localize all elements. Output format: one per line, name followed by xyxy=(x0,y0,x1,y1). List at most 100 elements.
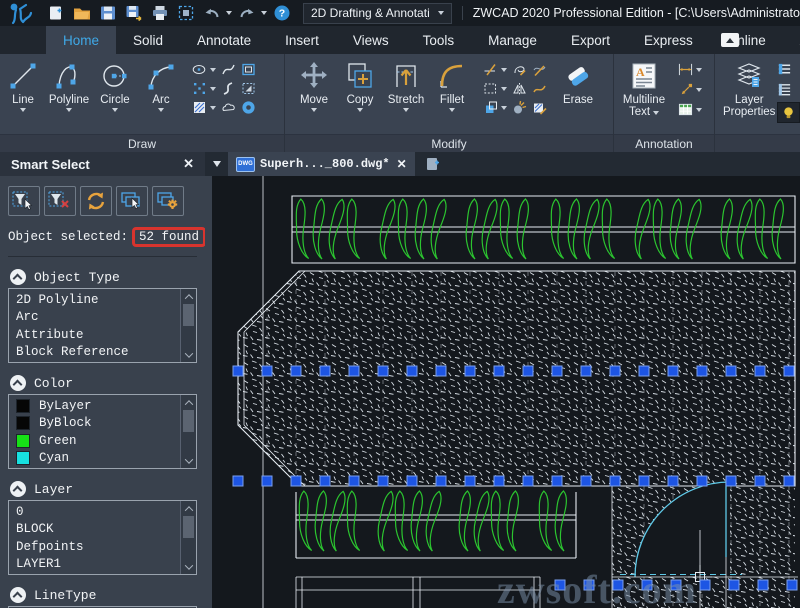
donut-button[interactable] xyxy=(241,100,256,115)
drawing-canvas[interactable]: zwsoft.com xyxy=(205,176,800,608)
close-icon[interactable]: ✕ xyxy=(397,157,407,172)
scroll-down-icon[interactable] xyxy=(181,348,196,361)
collapse-chevron-icon[interactable] xyxy=(10,481,26,497)
scroll-down-icon[interactable] xyxy=(181,560,196,573)
section-header[interactable]: Object Type xyxy=(10,269,197,285)
refresh-button[interactable] xyxy=(80,186,112,216)
scrollbar[interactable] xyxy=(180,289,196,362)
tab-home[interactable]: Home xyxy=(46,26,116,54)
tab-express[interactable]: Express xyxy=(627,26,710,54)
scroll-down-icon[interactable] xyxy=(181,454,196,467)
list-item[interactable]: LAYER1 xyxy=(9,556,180,574)
arc-button[interactable]: Arc xyxy=(138,54,184,112)
object-type-listbox[interactable]: 2D PolylineArcAttributeBlock Reference xyxy=(8,288,197,363)
list-item[interactable]: Attribute xyxy=(9,326,180,344)
scroll-thumb[interactable] xyxy=(183,516,194,538)
scrollbar[interactable] xyxy=(180,501,196,574)
spline-button[interactable] xyxy=(221,62,236,77)
close-icon[interactable]: ✕ xyxy=(183,156,194,172)
stretch-button[interactable]: Stretch xyxy=(383,54,429,112)
save-as-icon[interactable] xyxy=(122,3,145,23)
clear-filter-button[interactable] xyxy=(44,186,76,216)
tab-app-[interactable]: APP+ xyxy=(783,26,800,54)
scroll-thumb[interactable] xyxy=(183,304,194,326)
layer-state-button[interactable] xyxy=(777,62,800,77)
scroll-up-icon[interactable] xyxy=(181,290,196,303)
section-header[interactable]: Color xyxy=(10,375,197,391)
trim-button[interactable] xyxy=(483,62,507,77)
list-item[interactable]: ByLayer xyxy=(9,397,180,415)
tab-manage[interactable]: Manage xyxy=(471,26,554,54)
section-header[interactable]: Layer xyxy=(10,481,197,497)
ribbon-collapse-button[interactable] xyxy=(721,33,739,47)
mirror-button[interactable] xyxy=(512,81,527,96)
list-item[interactable]: Arc xyxy=(9,309,180,327)
leader-button[interactable] xyxy=(678,82,702,97)
undo-icon[interactable] xyxy=(200,3,223,23)
undo-dropdown-icon[interactable] xyxy=(226,11,232,15)
list-item[interactable]: Defpoints xyxy=(9,538,180,556)
table-button[interactable] xyxy=(678,102,702,117)
scroll-thumb[interactable] xyxy=(183,410,194,432)
ellipse-button[interactable] xyxy=(192,62,216,77)
hatch-edit-button[interactable] xyxy=(532,100,547,115)
scroll-up-icon[interactable] xyxy=(181,396,196,409)
save-icon[interactable] xyxy=(96,3,119,23)
hatch-button[interactable] xyxy=(192,100,216,115)
print-icon[interactable] xyxy=(148,3,171,23)
color-listbox[interactable]: ByLayerByBlockGreenCyan xyxy=(8,394,197,469)
edit-hatch-button[interactable] xyxy=(532,81,547,96)
offset-button[interactable] xyxy=(483,100,507,115)
array-button[interactable] xyxy=(483,81,507,96)
spline-edit-button[interactable] xyxy=(221,81,236,96)
workspace-dropdown[interactable]: 2D Drafting & Annotati xyxy=(303,3,452,24)
layer-listbox[interactable]: 0BLOCKDefpointsLAYER1 xyxy=(8,500,197,575)
region-button[interactable] xyxy=(241,81,256,96)
fillet-button[interactable]: Fillet xyxy=(429,54,475,112)
list-item[interactable]: Block Reference xyxy=(9,344,180,362)
list-item[interactable]: Cyan xyxy=(9,450,180,468)
tab-export[interactable]: Export xyxy=(554,26,627,54)
layer-properties-button[interactable]: Layer Properties xyxy=(723,54,775,118)
layer-list-button[interactable] xyxy=(777,82,800,97)
list-item[interactable]: BLOCK xyxy=(9,521,180,539)
section-header[interactable]: LineType xyxy=(10,587,197,603)
move-button[interactable]: Move xyxy=(291,54,337,112)
edit-spline-button[interactable] xyxy=(532,62,547,77)
tab-menu-icon[interactable] xyxy=(213,161,221,167)
tab-views[interactable]: Views xyxy=(336,26,406,54)
list-item[interactable]: 2D Polyline xyxy=(9,291,180,309)
plot-preview-icon[interactable] xyxy=(174,3,197,23)
copy-button[interactable]: Copy xyxy=(337,54,383,112)
help-icon[interactable]: ? xyxy=(270,3,293,23)
collapse-chevron-icon[interactable] xyxy=(10,375,26,391)
new-document-button[interactable] xyxy=(422,155,444,173)
revision-cloud-button[interactable] xyxy=(221,100,236,115)
settings-button[interactable] xyxy=(152,186,184,216)
point-button[interactable] xyxy=(192,81,216,96)
layer-off-button[interactable] xyxy=(777,102,800,123)
collapse-chevron-icon[interactable] xyxy=(10,269,26,285)
select-filter-button[interactable] xyxy=(8,186,40,216)
tab-annotate[interactable]: Annotate xyxy=(180,26,268,54)
rectangle-button[interactable] xyxy=(241,62,256,77)
tab-insert[interactable]: Insert xyxy=(268,26,336,54)
select-on-screen-button[interactable] xyxy=(116,186,148,216)
edit-polyline-button[interactable] xyxy=(512,62,527,77)
list-item[interactable]: 0 xyxy=(9,503,180,521)
scroll-up-icon[interactable] xyxy=(181,502,196,515)
explode-button[interactable] xyxy=(512,100,527,115)
tab-solid[interactable]: Solid xyxy=(116,26,180,54)
redo-icon[interactable] xyxy=(235,3,258,23)
erase-button[interactable]: Erase xyxy=(553,54,603,106)
line-button[interactable]: Line xyxy=(0,54,46,112)
linear-dimension-button[interactable] xyxy=(678,62,702,77)
multiline-text-button[interactable]: A Multiline Text xyxy=(618,54,670,118)
document-tab[interactable]: DWG Superh..._800.dwg* ✕ xyxy=(228,152,415,176)
open-folder-icon[interactable] xyxy=(70,3,93,23)
scrollbar[interactable] xyxy=(180,395,196,468)
circle-button[interactable]: Circle xyxy=(92,54,138,112)
panel-splitter[interactable] xyxy=(205,176,212,608)
polyline-button[interactable]: Polyline xyxy=(46,54,92,112)
redo-dropdown-icon[interactable] xyxy=(261,11,267,15)
